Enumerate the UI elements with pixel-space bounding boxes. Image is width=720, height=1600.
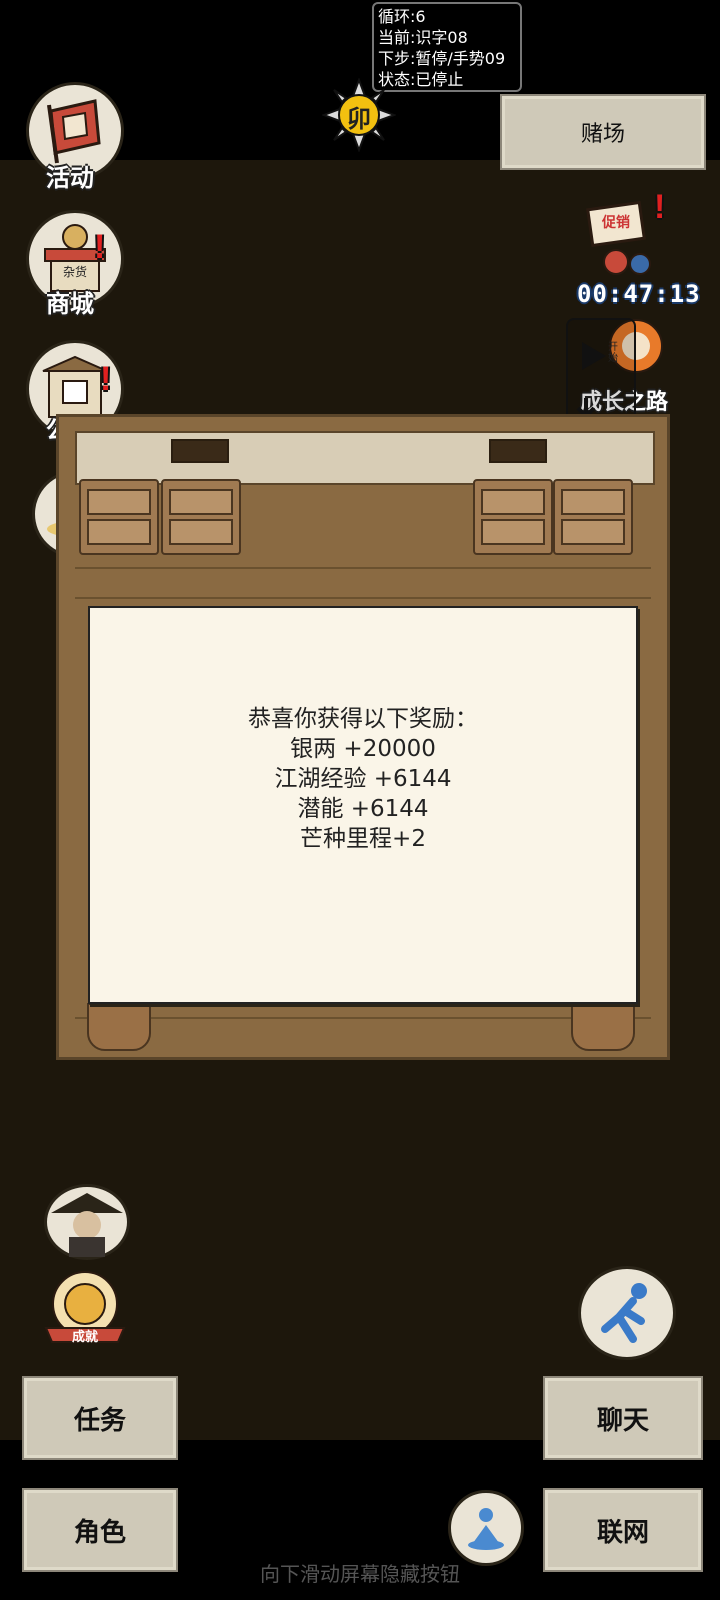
reward-line: 芒种里程+2 bbox=[300, 826, 426, 852]
sun-clock-char: 卯 bbox=[347, 105, 371, 133]
character-avatar[interactable] bbox=[44, 1184, 130, 1260]
room-wall bbox=[75, 431, 655, 485]
meditation-icon bbox=[468, 1508, 504, 1550]
drawer-cabinet bbox=[161, 479, 241, 555]
reward-title: 恭喜你获得以下奖励： bbox=[248, 706, 478, 732]
barrel bbox=[87, 1003, 151, 1051]
meditation-button[interactable] bbox=[448, 1490, 524, 1566]
chat-button[interactable]: 聊天 bbox=[543, 1376, 703, 1460]
straw-hat-hero-icon bbox=[51, 1193, 123, 1257]
drawer-cabinet bbox=[473, 479, 553, 555]
reward-text: 恭喜你获得以下奖励： 银两 +20000 江湖经验 +6144 潜能 +6144… bbox=[90, 704, 636, 854]
achievement-label: 成就 bbox=[71, 1330, 98, 1345]
swipe-hint: 向下滑动屏幕隐藏按钮 bbox=[260, 1562, 460, 1586]
floor-plank bbox=[75, 1017, 651, 1019]
wall-vent bbox=[171, 439, 229, 463]
status-loop: 循环:6 bbox=[378, 7, 426, 26]
floor-plank bbox=[75, 567, 651, 569]
reward-line: 江湖经验 +6144 bbox=[274, 766, 452, 792]
shop-alert-icon: ! bbox=[94, 228, 106, 266]
status-next: 下步:暂停/手势09 bbox=[378, 49, 506, 68]
promo-timer: 00:47:13 bbox=[577, 280, 701, 308]
shop-sign: 杂货 bbox=[62, 265, 87, 279]
reward-line: 潜能 +6144 bbox=[297, 796, 429, 822]
task-button[interactable]: 任务 bbox=[22, 1376, 178, 1460]
sun-clock-icon[interactable]: 卯 bbox=[321, 77, 397, 153]
drawer-cabinet bbox=[79, 479, 159, 555]
shop-label: 商城 bbox=[46, 290, 94, 318]
activity-label: 活动 bbox=[46, 164, 94, 192]
reward-line: 银两 +20000 bbox=[290, 736, 436, 762]
status-current: 当前:识字08 bbox=[378, 28, 468, 47]
status-state: 状态:已停止 bbox=[378, 70, 464, 89]
barrel bbox=[571, 1003, 635, 1051]
casino-button[interactable]: 赌场 bbox=[500, 94, 706, 170]
start-label: 开始 bbox=[608, 342, 618, 364]
running-figure-icon bbox=[601, 1283, 647, 1343]
drawer-cabinet bbox=[553, 479, 633, 555]
floor-plank bbox=[75, 597, 651, 599]
achievement-button[interactable]: 成就 bbox=[42, 1266, 128, 1348]
reward-dialog[interactable]: 恭喜你获得以下奖励： 银两 +20000 江湖经验 +6144 潜能 +6144… bbox=[88, 606, 638, 1004]
notice-alert-icon: ! bbox=[100, 360, 112, 398]
wall-vent bbox=[489, 439, 547, 463]
run-button[interactable] bbox=[578, 1266, 676, 1360]
promo-alert-icon: ! bbox=[654, 188, 666, 226]
promo-sign: 促销 bbox=[602, 215, 630, 231]
